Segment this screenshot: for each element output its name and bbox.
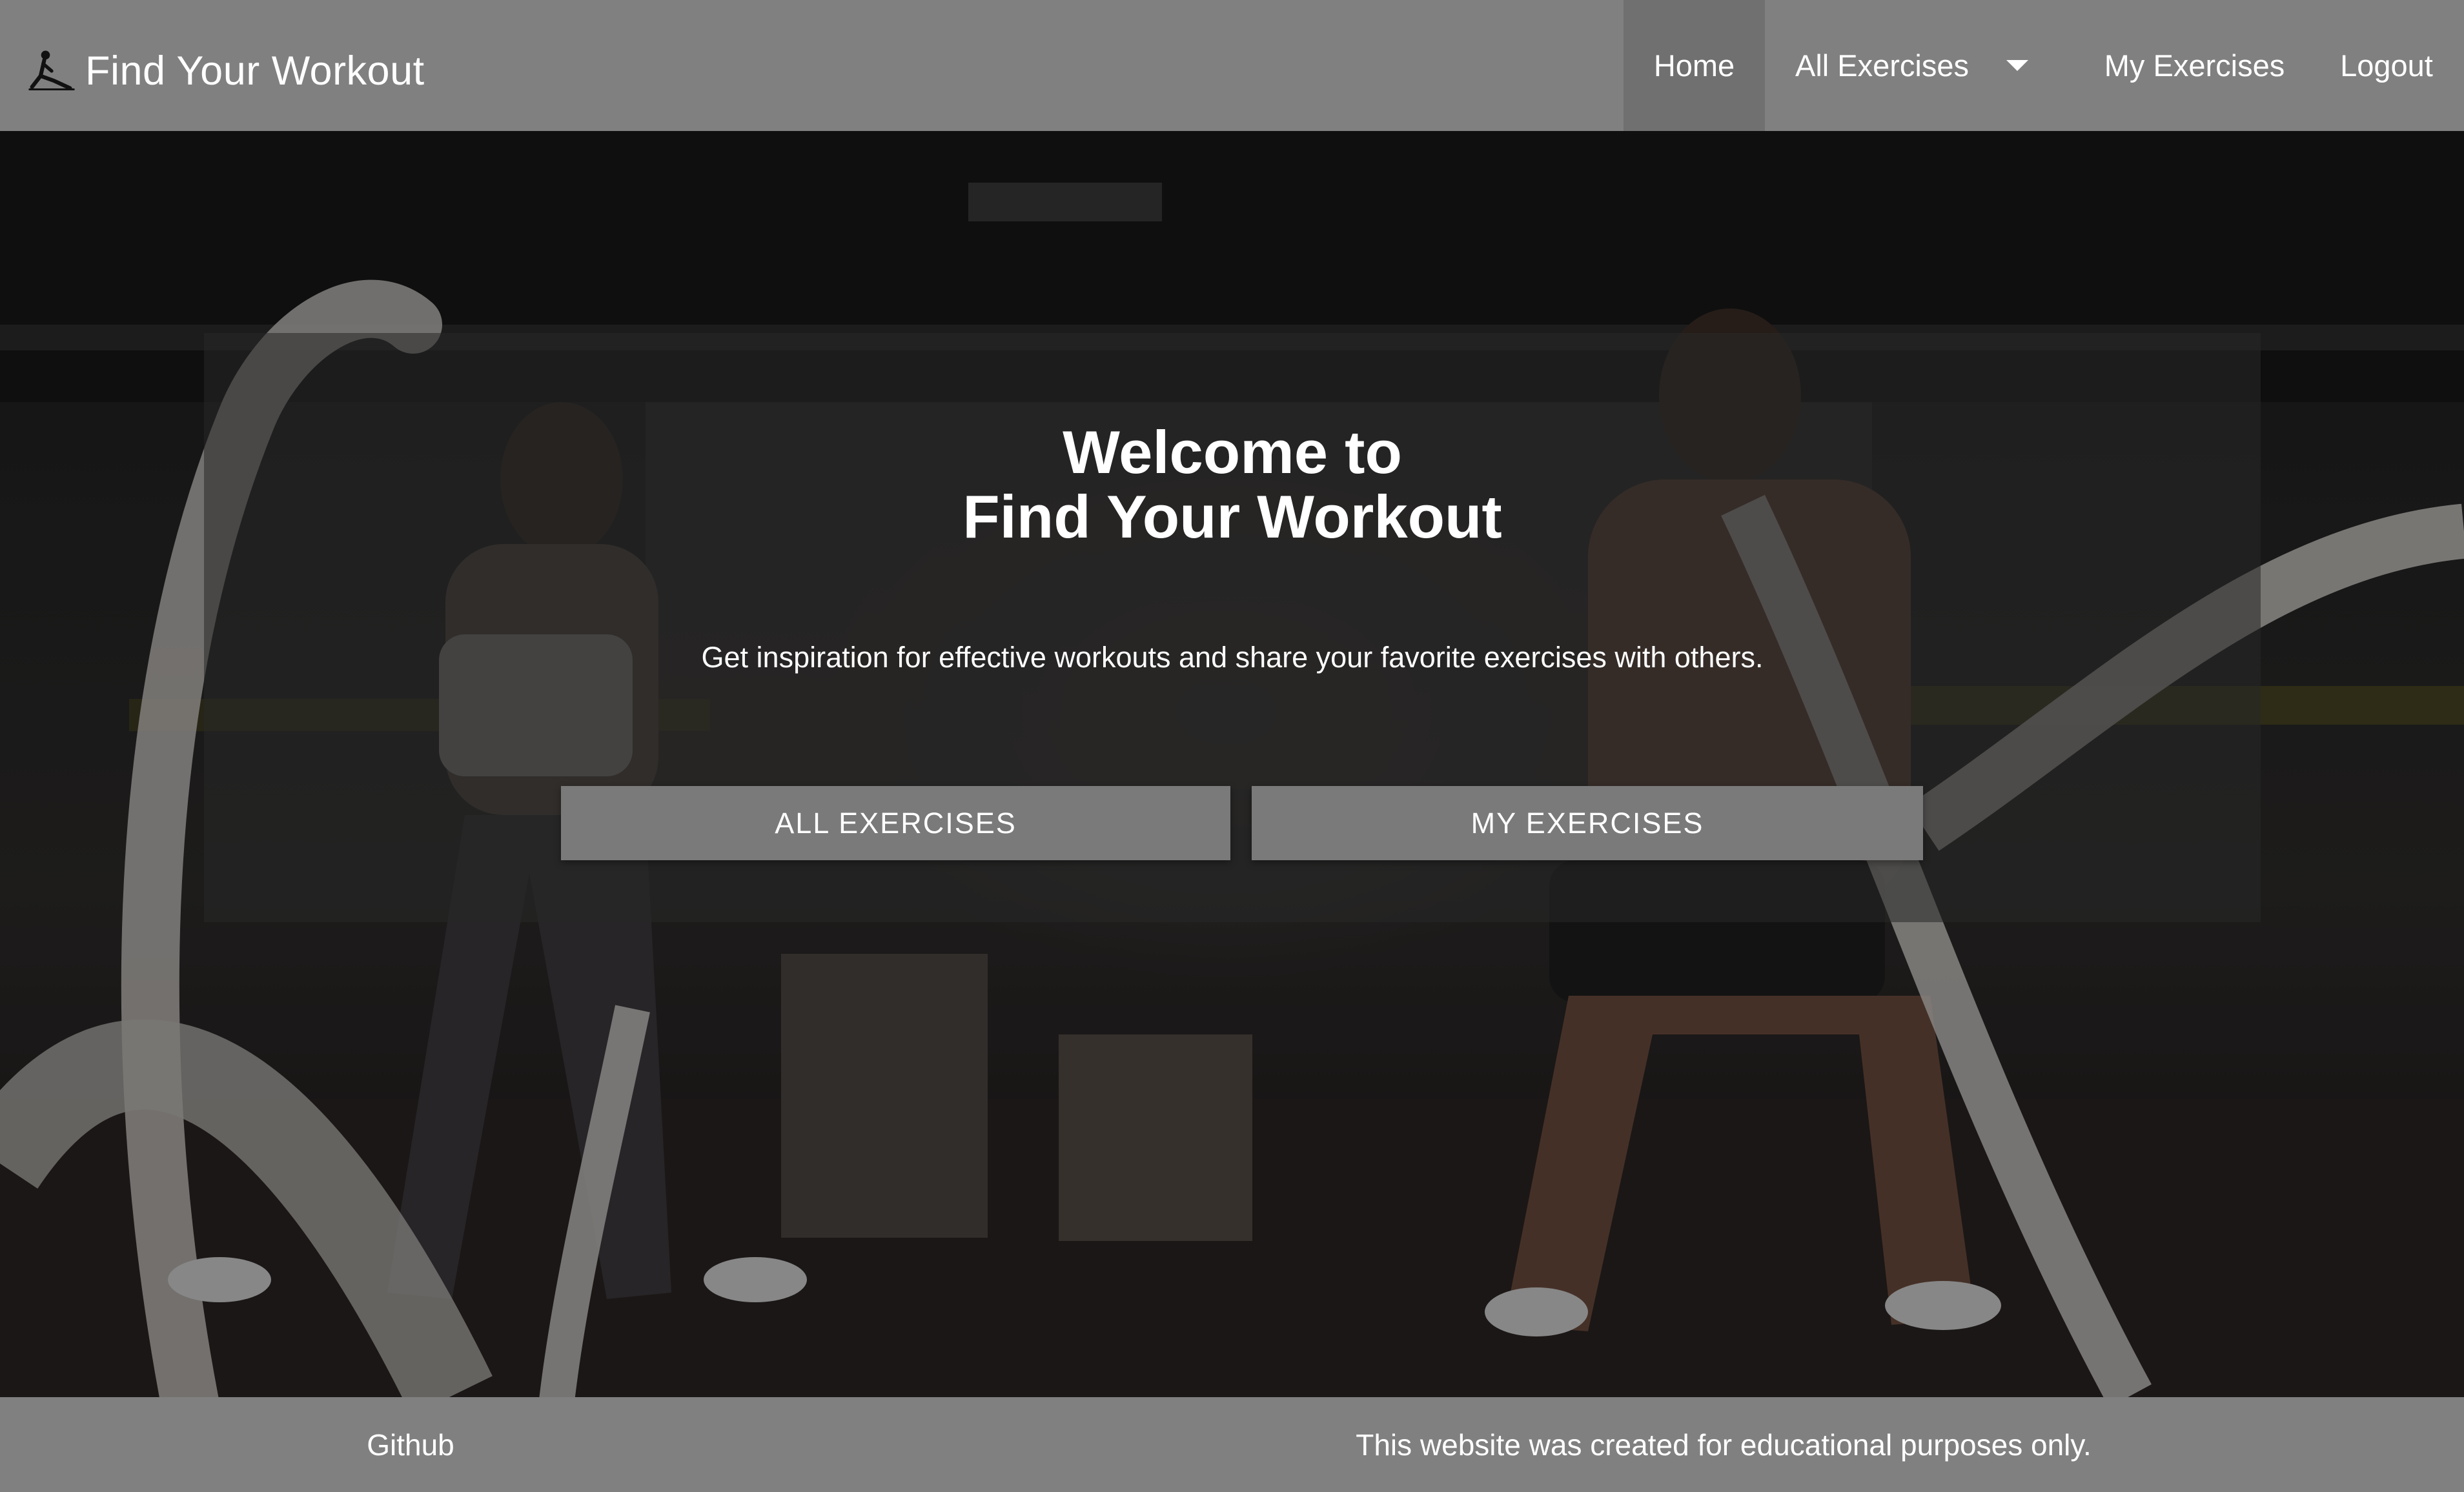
footer-disclaimer: This website was created for educational… bbox=[1356, 1427, 2092, 1462]
hero-title: Welcome to Find Your Workout bbox=[204, 418, 2261, 550]
hero-title-line2: Find Your Workout bbox=[962, 482, 1502, 550]
top-navbar: Find Your Workout Home All Exercises My … bbox=[0, 0, 2464, 131]
all-exercises-button[interactable]: ALL EXERCISES bbox=[561, 786, 1230, 860]
nav-all-exercises[interactable]: All Exercises bbox=[1765, 0, 2036, 131]
hero-title-line1: Welcome to bbox=[1063, 418, 1402, 486]
caret-down-icon[interactable] bbox=[2006, 60, 2028, 71]
nav-logout[interactable]: Logout bbox=[2309, 0, 2464, 131]
my-exercises-button[interactable]: MY EXERCISES bbox=[1252, 786, 1923, 860]
brand-link[interactable]: Find Your Workout bbox=[27, 40, 425, 102]
footer: Github This website was created for educ… bbox=[0, 1397, 2464, 1492]
stretching-person-icon bbox=[28, 50, 75, 91]
brand-name: Find Your Workout bbox=[85, 48, 425, 94]
hero-subtitle: Get inspiration for effective workouts a… bbox=[701, 641, 1764, 674]
github-link[interactable]: Github bbox=[271, 1397, 550, 1492]
nav-home[interactable]: Home bbox=[1624, 0, 1765, 131]
nav-my-exercises[interactable]: My Exercises bbox=[2080, 0, 2309, 131]
hero-section: Welcome to Find Your Workout Get inspira… bbox=[0, 131, 2464, 1397]
